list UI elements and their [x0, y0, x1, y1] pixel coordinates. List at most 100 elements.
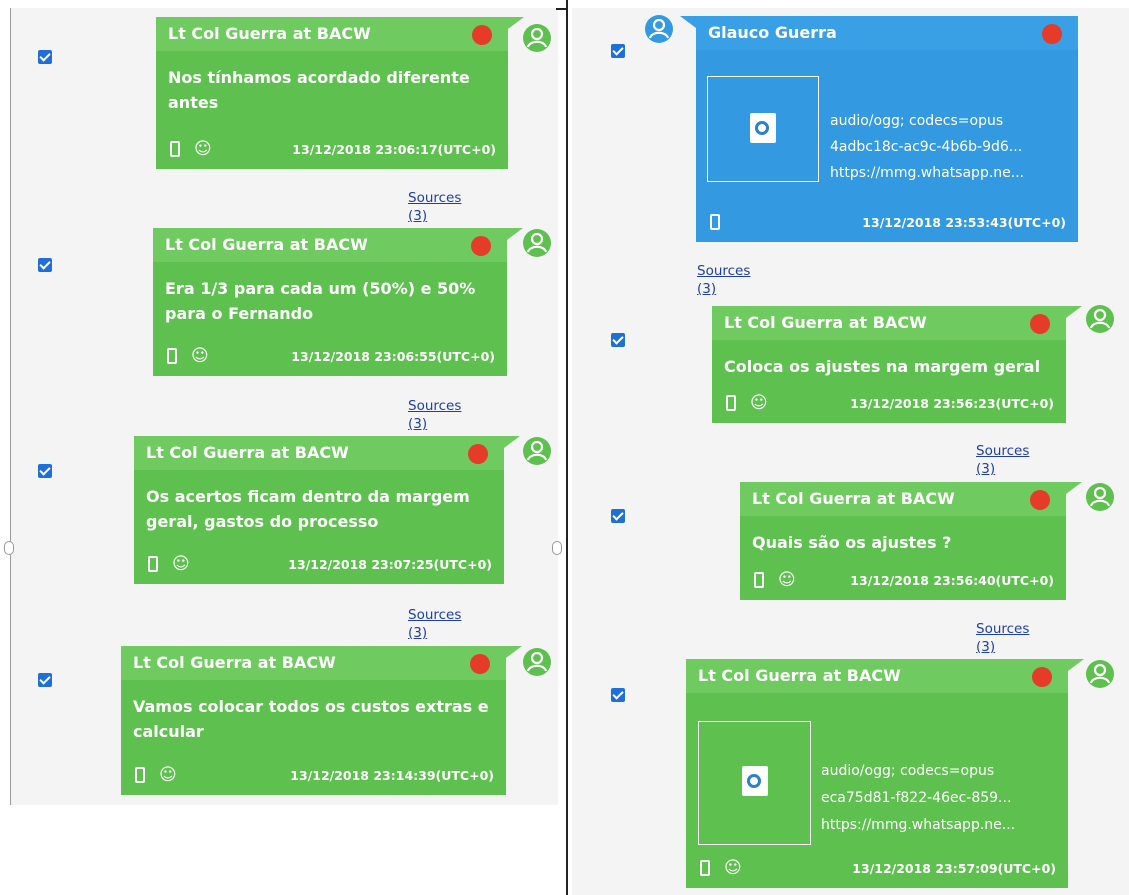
- avatar-icon: [523, 24, 551, 52]
- group-icon: ☺: [750, 393, 768, 413]
- panel-divider: [566, 0, 568, 895]
- message-footer: ☺ 13/12/2018 23:56:23(UTC+0): [724, 393, 1054, 417]
- bubble-tail: [504, 436, 520, 448]
- checkbox-checked-icon[interactable]: [611, 509, 625, 523]
- timestamp: 13/12/2018 23:06:55(UTC+0): [291, 349, 495, 364]
- avatar-icon: [523, 648, 551, 676]
- sources-link[interactable]: Sources (3): [408, 397, 461, 433]
- message-bubble[interactable]: Lt Col Guerra at BACW Era 1/3 para cada …: [153, 228, 523, 376]
- left-panel-border: [10, 8, 11, 805]
- timestamp: 13/12/2018 23:56:23(UTC+0): [850, 396, 1054, 411]
- message-text: Os acertos ficam dentro da margem geral,…: [146, 487, 470, 531]
- phone-icon: [167, 348, 177, 364]
- message-bubble[interactable]: Lt Col Guerra at BACW Coloca os ajustes …: [712, 306, 1082, 423]
- avatar-icon: [645, 15, 673, 43]
- panel-divider-cap: [556, 8, 568, 10]
- checkbox-checked-icon[interactable]: [38, 673, 52, 687]
- sender-name: Lt Col Guerra at BACW: [134, 436, 504, 470]
- sources-link[interactable]: Sources (3): [408, 189, 461, 225]
- status-dot-icon: [471, 236, 491, 256]
- message-footer: ☺ 13/12/2018 23:57:09(UTC+0): [698, 858, 1056, 882]
- message-bubble[interactable]: Lt Col Guerra at BACW Nos tínhamos acord…: [156, 17, 524, 169]
- message-bubble[interactable]: Lt Col Guerra at BACW Quais são os ajust…: [740, 482, 1082, 600]
- message-bubble[interactable]: Glauco Guerra audio/ogg; codecs=opus 4ad…: [680, 16, 1078, 242]
- timestamp: 13/12/2018 23:06:17(UTC+0): [292, 142, 496, 157]
- sender-name: Lt Col Guerra at BACW: [156, 17, 508, 51]
- sender-name: Lt Col Guerra at BACW: [712, 306, 1066, 340]
- sender-name: Glauco Guerra: [696, 16, 1078, 50]
- bubble-tail: [1068, 659, 1084, 671]
- group-icon: ☺: [194, 139, 212, 159]
- checkbox-checked-icon[interactable]: [611, 44, 625, 58]
- avatar-icon: [1086, 660, 1114, 688]
- left-resize-handle[interactable]: [4, 541, 14, 555]
- bubble-tail: [506, 646, 522, 658]
- message-bubble[interactable]: Lt Col Guerra at BACW Os acertos ficam d…: [134, 436, 520, 584]
- message-text: Nos tínhamos acordado diferente antes: [168, 68, 470, 112]
- bubble-tail: [680, 16, 696, 28]
- attachment-id: eca75d81-f822-46ec-859...: [821, 790, 1012, 806]
- attachment-url[interactable]: https://mmg.whatsapp.ne...: [821, 812, 1015, 838]
- sources-link[interactable]: Sources (3): [976, 442, 1029, 478]
- group-icon: ☺: [191, 346, 209, 366]
- bubble-tail: [1066, 306, 1082, 318]
- timestamp: 13/12/2018 23:57:09(UTC+0): [852, 861, 1056, 876]
- checkbox-checked-icon[interactable]: [611, 333, 625, 347]
- phone-icon: [148, 556, 158, 572]
- status-dot-icon: [470, 654, 490, 674]
- message-text: Era 1/3 para cada um (50%) e 50% para o …: [165, 279, 476, 323]
- phone-icon: [726, 395, 736, 411]
- timestamp: 13/12/2018 23:07:25(UTC+0): [288, 557, 492, 572]
- sender-name: Lt Col Guerra at BACW: [686, 659, 1068, 693]
- checkbox-checked-icon[interactable]: [611, 688, 625, 702]
- bubble-tail: [1066, 482, 1082, 494]
- audio-file-icon: [750, 113, 776, 143]
- message-footer: ☺ 13/12/2018 23:14:39(UTC+0): [133, 765, 494, 789]
- group-icon: ☺: [778, 570, 796, 590]
- checkbox-checked-icon[interactable]: [38, 258, 52, 272]
- message-bubble[interactable]: Lt Col Guerra at BACW audio/ogg; codecs=…: [686, 659, 1084, 888]
- attachment-thumbnail[interactable]: [698, 721, 811, 845]
- message-text: Coloca os ajustes na margem geral: [724, 357, 1041, 376]
- attachment-url[interactable]: https://mmg.whatsapp.ne...: [830, 160, 1024, 186]
- bubble-tail: [508, 17, 524, 29]
- timestamp: 13/12/2018 23:56:40(UTC+0): [850, 573, 1054, 588]
- avatar-icon: [523, 229, 551, 257]
- message-footer: ☺ 13/12/2018 23:06:55(UTC+0): [165, 346, 495, 370]
- status-dot-icon: [1030, 490, 1050, 510]
- message-footer: ☺ 13/12/2018 23:56:40(UTC+0): [752, 570, 1054, 594]
- sender-name: Lt Col Guerra at BACW: [153, 228, 507, 262]
- timestamp: 13/12/2018 23:53:43(UTC+0): [862, 215, 1066, 230]
- attachment-mime: audio/ogg; codecs=opus: [830, 113, 1004, 129]
- phone-icon: [170, 141, 180, 157]
- status-dot-icon: [472, 25, 492, 45]
- message-text: Vamos colocar todos os custos extras e c…: [133, 697, 489, 741]
- status-dot-icon: [468, 444, 488, 464]
- sources-link[interactable]: Sources (3): [697, 262, 750, 298]
- group-icon: ☺: [724, 858, 742, 878]
- message-bubble[interactable]: Lt Col Guerra at BACW Vamos colocar todo…: [121, 646, 522, 795]
- sources-link[interactable]: Sources (3): [408, 606, 461, 642]
- avatar-icon: [523, 437, 551, 465]
- checkbox-checked-icon[interactable]: [38, 464, 52, 478]
- checkbox-checked-icon[interactable]: [38, 50, 52, 64]
- status-dot-icon: [1032, 667, 1052, 687]
- sender-name: Lt Col Guerra at BACW: [121, 646, 506, 680]
- message-footer: 13/12/2018 23:53:43(UTC+0): [708, 212, 1066, 236]
- right-resize-handle[interactable]: [552, 541, 562, 555]
- status-dot-icon: [1030, 314, 1050, 334]
- message-text: Quais são os ajustes ?: [752, 533, 952, 552]
- timestamp: 13/12/2018 23:14:39(UTC+0): [290, 768, 494, 783]
- attachment-id: 4adbc18c-ac9c-4b6b-9d6...: [830, 139, 1023, 155]
- avatar-icon: [1086, 305, 1114, 333]
- sources-link[interactable]: Sources (3): [976, 620, 1029, 656]
- bubble-tail: [507, 228, 523, 240]
- status-dot-icon: [1042, 24, 1062, 44]
- attachment-thumbnail[interactable]: [707, 76, 819, 182]
- message-footer: ☺ 13/12/2018 23:07:25(UTC+0): [146, 554, 492, 578]
- message-footer: ☺ 13/12/2018 23:06:17(UTC+0): [168, 139, 496, 163]
- attachment-mime: audio/ogg; codecs=opus: [821, 763, 995, 779]
- sender-name: Lt Col Guerra at BACW: [740, 482, 1066, 516]
- phone-icon: [754, 572, 764, 588]
- group-icon: ☺: [172, 554, 190, 574]
